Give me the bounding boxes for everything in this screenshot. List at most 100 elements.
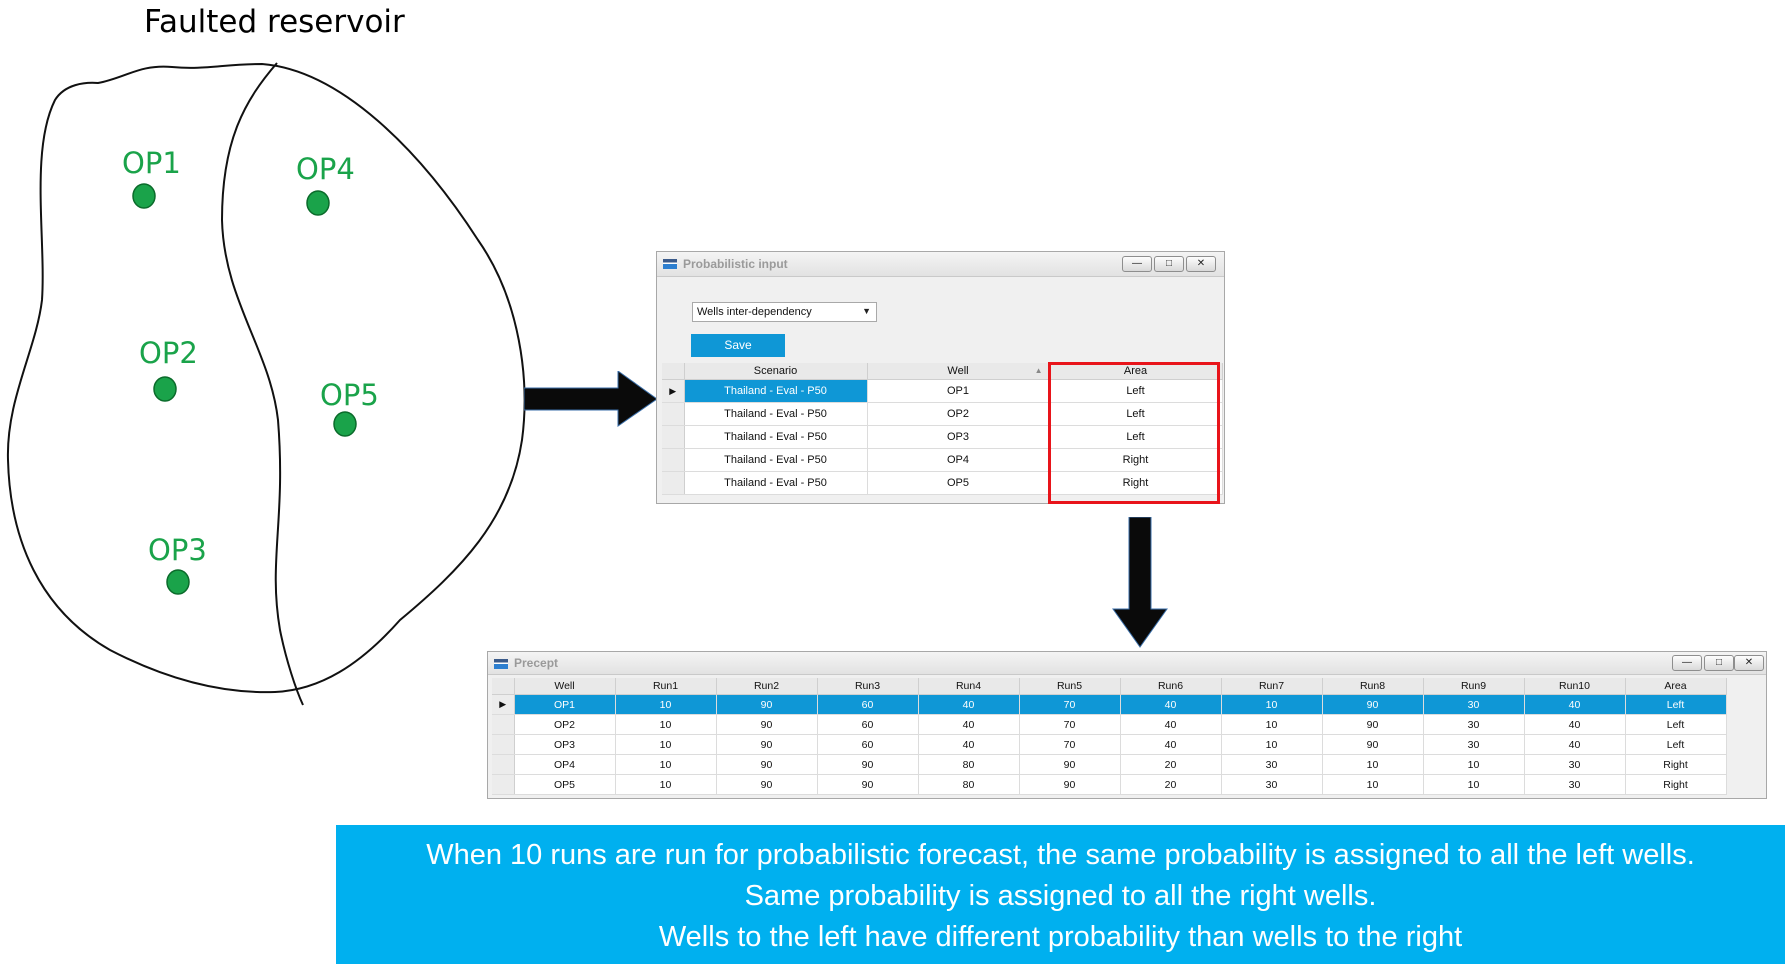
cell-run7[interactable]: 10: [1221, 694, 1323, 715]
cell-run7[interactable]: 30: [1221, 774, 1323, 795]
table-row[interactable]: OP5 10 90 90 80 90 20 30 10 10 30 Right: [492, 774, 1727, 795]
cell-run4[interactable]: 40: [918, 714, 1020, 735]
cell-run9[interactable]: 30: [1423, 694, 1525, 715]
row-header[interactable]: [492, 774, 515, 795]
cell-run10[interactable]: 30: [1524, 754, 1626, 775]
cell-scenario[interactable]: Thailand - Eval - P50: [684, 448, 868, 472]
cell-run4[interactable]: 80: [918, 774, 1020, 795]
cell-run7[interactable]: 10: [1221, 734, 1323, 755]
row-header[interactable]: [492, 734, 515, 755]
row-header[interactable]: [662, 471, 685, 495]
close-button[interactable]: ✕: [1186, 256, 1216, 272]
cell-run1[interactable]: 10: [615, 694, 717, 715]
cell-well[interactable]: OP1: [867, 379, 1050, 403]
col-header-run3[interactable]: Run3: [817, 678, 919, 695]
col-header-run9[interactable]: Run9: [1423, 678, 1525, 695]
cell-run3[interactable]: 90: [817, 754, 919, 775]
cell-run4[interactable]: 40: [918, 734, 1020, 755]
cell-run8[interactable]: 10: [1322, 754, 1424, 775]
cell-well[interactable]: OP1: [514, 694, 616, 715]
cell-well[interactable]: OP5: [514, 774, 616, 795]
cell-scenario[interactable]: Thailand - Eval - P50: [684, 471, 868, 495]
cell-run10[interactable]: 30: [1524, 774, 1626, 795]
col-header-area[interactable]: Area: [1625, 678, 1727, 695]
cell-run3[interactable]: 60: [817, 714, 919, 735]
row-header[interactable]: [662, 448, 685, 472]
cell-run5[interactable]: 70: [1019, 694, 1121, 715]
cell-well[interactable]: OP3: [514, 734, 616, 755]
cell-run7[interactable]: 30: [1221, 754, 1323, 775]
cell-scenario[interactable]: Thailand - Eval - P50: [684, 402, 868, 426]
save-button[interactable]: Save: [691, 334, 785, 357]
cell-well[interactable]: OP2: [514, 714, 616, 735]
cell-run9[interactable]: 30: [1423, 734, 1525, 755]
col-header-run5[interactable]: Run5: [1019, 678, 1121, 695]
cell-run6[interactable]: 40: [1120, 734, 1222, 755]
cell-run5[interactable]: 70: [1019, 714, 1121, 735]
cell-run5[interactable]: 90: [1019, 754, 1121, 775]
col-header-run8[interactable]: Run8: [1322, 678, 1424, 695]
cell-area[interactable]: Right: [1625, 754, 1727, 775]
maximize-button[interactable]: □: [1704, 655, 1734, 671]
cell-well[interactable]: OP4: [867, 448, 1050, 472]
row-header[interactable]: [662, 425, 685, 449]
cell-run10[interactable]: 40: [1524, 694, 1626, 715]
col-header-run10[interactable]: Run10: [1524, 678, 1626, 695]
cell-run6[interactable]: 20: [1120, 774, 1222, 795]
cell-well[interactable]: OP4: [514, 754, 616, 775]
cell-run7[interactable]: 10: [1221, 714, 1323, 735]
cell-area[interactable]: Left: [1625, 734, 1727, 755]
minimize-button[interactable]: —: [1122, 256, 1152, 272]
cell-run2[interactable]: 90: [716, 694, 818, 715]
col-header-run7[interactable]: Run7: [1221, 678, 1323, 695]
col-header-run6[interactable]: Run6: [1120, 678, 1222, 695]
row-header[interactable]: [492, 754, 515, 775]
cell-run9[interactable]: 30: [1423, 714, 1525, 735]
cell-scenario[interactable]: Thailand - Eval - P50: [684, 379, 868, 403]
cell-run1[interactable]: 10: [615, 714, 717, 735]
cell-run2[interactable]: 90: [716, 714, 818, 735]
col-header-run4[interactable]: Run4: [918, 678, 1020, 695]
cell-run6[interactable]: 20: [1120, 754, 1222, 775]
cell-run6[interactable]: 40: [1120, 714, 1222, 735]
cell-area[interactable]: Right: [1625, 774, 1727, 795]
cell-well[interactable]: OP2: [867, 402, 1050, 426]
cell-well[interactable]: OP3: [867, 425, 1050, 449]
cell-run4[interactable]: 80: [918, 754, 1020, 775]
cell-run9[interactable]: 10: [1423, 754, 1525, 775]
row-header[interactable]: [662, 402, 685, 426]
cell-scenario[interactable]: Thailand - Eval - P50: [684, 425, 868, 449]
current-row-indicator-icon[interactable]: ▶: [662, 379, 685, 403]
current-row-indicator-icon[interactable]: ▶: [492, 694, 515, 715]
cell-run10[interactable]: 40: [1524, 714, 1626, 735]
cell-area[interactable]: Left: [1625, 714, 1727, 735]
maximize-button[interactable]: □: [1154, 256, 1184, 272]
col-header-scenario[interactable]: Scenario: [684, 363, 868, 380]
cell-run1[interactable]: 10: [615, 774, 717, 795]
cell-run5[interactable]: 90: [1019, 774, 1121, 795]
minimize-button[interactable]: —: [1672, 655, 1702, 671]
dependency-select[interactable]: Wells inter-dependency ▼: [692, 302, 877, 322]
cell-run9[interactable]: 10: [1423, 774, 1525, 795]
cell-run2[interactable]: 90: [716, 754, 818, 775]
col-header-run2[interactable]: Run2: [716, 678, 818, 695]
cell-well[interactable]: OP5: [867, 471, 1050, 495]
cell-run3[interactable]: 90: [817, 774, 919, 795]
cell-run6[interactable]: 40: [1120, 694, 1222, 715]
cell-run1[interactable]: 10: [615, 754, 717, 775]
cell-run3[interactable]: 60: [817, 694, 919, 715]
cell-run8[interactable]: 90: [1322, 694, 1424, 715]
cell-run8[interactable]: 90: [1322, 734, 1424, 755]
col-header-run1[interactable]: Run1: [615, 678, 717, 695]
cell-run10[interactable]: 40: [1524, 734, 1626, 755]
cell-run4[interactable]: 40: [918, 694, 1020, 715]
cell-run3[interactable]: 60: [817, 734, 919, 755]
col-header-well[interactable]: Well: [514, 678, 616, 695]
row-header[interactable]: [492, 714, 515, 735]
table-row[interactable]: OP2 10 90 60 40 70 40 10 90 30 40 Left: [492, 714, 1727, 735]
close-button[interactable]: ✕: [1734, 655, 1764, 671]
cell-run1[interactable]: 10: [615, 734, 717, 755]
cell-area[interactable]: Left: [1625, 694, 1727, 715]
table-row[interactable]: ▶ OP1 10 90 60 40 70 40 10 90 30 40 Left: [492, 694, 1727, 715]
cell-run2[interactable]: 90: [716, 734, 818, 755]
